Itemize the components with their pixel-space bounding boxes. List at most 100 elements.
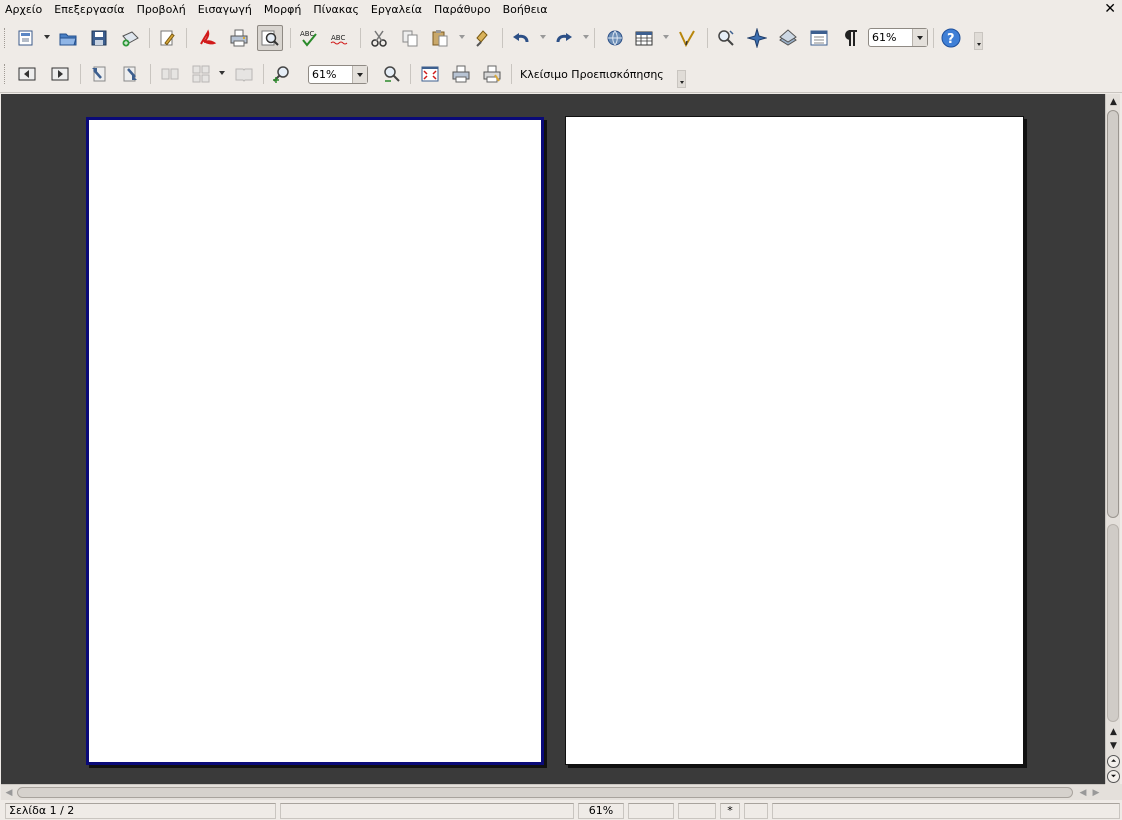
preview-page-2[interactable] [565, 116, 1024, 765]
toolbar-overflow-button[interactable] [677, 70, 686, 88]
preview-zoom-combobox-value: 61% [312, 68, 337, 81]
menu-view[interactable]: Προβολή [131, 1, 192, 19]
preview-zoom-combobox[interactable]: 61% [308, 65, 368, 84]
zoom-combobox[interactable]: 61% [868, 28, 928, 47]
status-zoom[interactable]: 61% [578, 803, 624, 819]
new-document-button[interactable] [13, 25, 39, 51]
redo-dropdown-arrow[interactable] [583, 35, 589, 39]
book-preview-button[interactable] [231, 61, 257, 87]
chevron-down-icon[interactable] [352, 66, 367, 83]
toolbar-separator [290, 28, 291, 48]
spellcheck-button[interactable]: ABC [296, 25, 322, 51]
menu-table[interactable]: Πίνακας [307, 1, 365, 19]
two-pages-button[interactable] [157, 61, 183, 87]
undo-icon [513, 33, 529, 43]
export-pdf-button[interactable] [194, 25, 220, 51]
new-dropdown-arrow[interactable] [44, 35, 50, 39]
formatting-marks-button[interactable] [837, 25, 863, 51]
status-signature[interactable] [744, 803, 768, 819]
menu-tools[interactable]: Εργαλεία [365, 1, 428, 19]
preview-page-1[interactable] [86, 117, 544, 765]
cut-button[interactable] [366, 25, 392, 51]
undo-button[interactable] [508, 25, 534, 51]
menu-edit[interactable]: Επεξεργασία [48, 1, 130, 19]
toolbar-separator [410, 64, 411, 84]
book-preview-icon [235, 68, 253, 82]
toolbar-separator [502, 28, 503, 48]
horizontal-scrollbar[interactable]: ◀ ◀ ▶ [1, 784, 1105, 800]
vertical-scrollbar[interactable]: ▲ ▲ ▼ ⏶ ⏷ [1105, 94, 1120, 784]
open-button[interactable] [55, 25, 81, 51]
paste-dropdown-arrow[interactable] [459, 35, 465, 39]
status-page-info[interactable]: Σελίδα 1 / 2 [5, 803, 276, 819]
new-document-icon [18, 30, 33, 46]
save-button[interactable] [86, 25, 112, 51]
menu-help[interactable]: Βοήθεια [497, 1, 554, 19]
copy-button[interactable] [397, 25, 423, 51]
menu-window[interactable]: Παράθυρο [428, 1, 497, 19]
undo-dropdown-arrow[interactable] [540, 35, 546, 39]
vertical-scroll-track[interactable] [1107, 524, 1119, 722]
next-page-button[interactable] [47, 61, 73, 87]
previous-page-button[interactable] [14, 61, 40, 87]
close-preview-button[interactable]: Κλείσιμο Προεπισκόπησης [520, 68, 664, 82]
menu-format[interactable]: Μορφή [258, 1, 307, 19]
paste-button[interactable] [427, 25, 453, 51]
toolbar-grip[interactable] [4, 28, 7, 48]
print-options-button[interactable] [479, 61, 505, 87]
zoom-out-icon [384, 66, 400, 82]
scroll-up-icon[interactable]: ▲ [1107, 95, 1120, 108]
scroll-up-icon[interactable]: ▲ [1107, 725, 1120, 738]
gallery-button[interactable] [775, 25, 801, 51]
redo-icon [556, 33, 572, 43]
chevron-down-icon[interactable] [912, 29, 927, 46]
previous-page-nav-icon[interactable]: ⏶ [1107, 755, 1120, 768]
gallery-icon [779, 29, 797, 46]
draw-functions-button[interactable] [674, 25, 700, 51]
menu-insert[interactable]: Εισαγωγή [192, 1, 258, 19]
status-insert-mode[interactable] [628, 803, 674, 819]
last-page-button[interactable] [117, 61, 143, 87]
close-document-icon[interactable]: ✕ [1104, 1, 1116, 17]
horizontal-scroll-thumb[interactable] [17, 787, 1073, 798]
status-page-style[interactable] [280, 803, 574, 819]
table-dropdown-arrow[interactable] [663, 35, 669, 39]
print-direct-button[interactable] [226, 25, 252, 51]
scroll-right-icon[interactable]: ▶ [1090, 787, 1102, 799]
multiple-pages-button[interactable] [188, 61, 214, 87]
table-button[interactable] [631, 25, 657, 51]
help-icon: ? [941, 28, 961, 48]
auto-spellcheck-button[interactable]: ABC [327, 25, 353, 51]
menu-file[interactable]: Αρχείο [0, 1, 48, 19]
print-preview-button[interactable] [448, 61, 474, 87]
send-email-button[interactable] [117, 25, 143, 51]
toolbar-grip[interactable] [4, 64, 7, 84]
preview-workspace [1, 94, 1105, 784]
data-sources-button[interactable] [806, 25, 832, 51]
status-modified[interactable]: * [720, 803, 740, 819]
scroll-down-icon[interactable]: ▼ [1107, 739, 1120, 752]
status-selection-mode[interactable] [678, 803, 716, 819]
edit-file-button[interactable] [154, 25, 180, 51]
redo-button[interactable] [551, 25, 577, 51]
status-info [772, 803, 1120, 819]
zoom-out-button[interactable] [378, 61, 404, 87]
multiple-pages-dropdown-arrow[interactable] [219, 71, 225, 75]
full-screen-button[interactable] [417, 61, 443, 87]
vertical-scroll-thumb[interactable] [1107, 110, 1119, 518]
page-preview-button[interactable] [257, 25, 283, 51]
find-replace-button[interactable] [713, 25, 739, 51]
toolbar-separator [511, 64, 512, 84]
next-page-nav-icon[interactable]: ⏷ [1107, 770, 1120, 783]
menubar: Αρχείο Επεξεργασία Προβολή Εισαγωγή Μορφ… [0, 0, 1122, 20]
next-page-icon [51, 67, 69, 81]
zoom-in-button[interactable] [269, 61, 295, 87]
toolbar-overflow-button[interactable] [974, 32, 983, 50]
navigator-button[interactable] [744, 25, 770, 51]
first-page-button[interactable] [86, 61, 112, 87]
hyperlink-button[interactable] [602, 25, 628, 51]
scroll-left-icon[interactable]: ◀ [3, 787, 15, 799]
help-button[interactable]: ? [938, 25, 964, 51]
scroll-left-icon[interactable]: ◀ [1077, 787, 1089, 799]
clone-formatting-button[interactable] [470, 25, 496, 51]
